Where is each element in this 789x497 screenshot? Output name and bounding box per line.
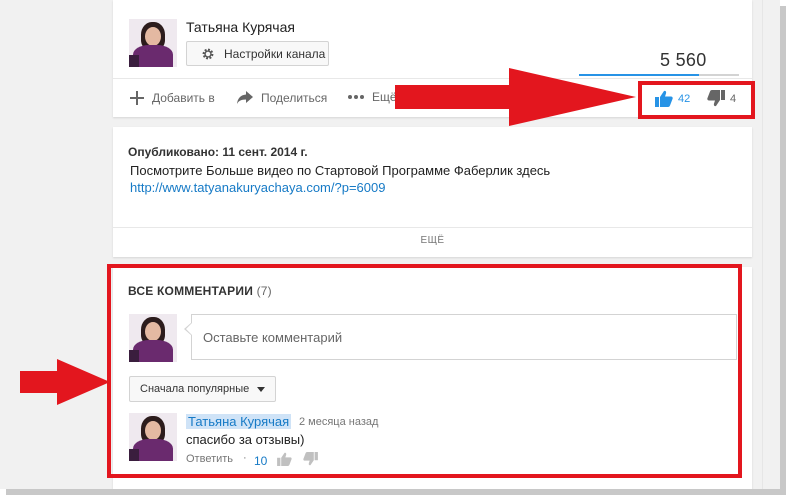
arrow-right-icon — [20, 359, 110, 405]
description-text: Посмотрите Больше видео по Стартовой Про… — [130, 163, 551, 178]
likes-highlight-box — [638, 81, 755, 119]
share-label: Поделиться — [261, 90, 328, 105]
page-frame: Татьяна Курячая Настройки канала 5 560 Д… — [0, 0, 780, 489]
add-to-button[interactable]: Добавить в — [129, 90, 215, 106]
channel-name[interactable]: Татьяна Курячая — [186, 19, 295, 35]
more-dots-icon — [348, 95, 364, 99]
screenshot-shadow-right — [780, 6, 786, 495]
description-divider — [113, 227, 752, 228]
scrollbar-track[interactable] — [762, 0, 780, 489]
share-button[interactable]: Поделиться — [236, 90, 327, 105]
comments-highlight-box — [107, 264, 742, 478]
show-more-button[interactable]: ЕЩЁ — [113, 235, 752, 246]
gear-icon — [202, 48, 214, 59]
add-to-label: Добавить в — [152, 91, 215, 105]
channel-avatar[interactable] — [129, 19, 177, 67]
channel-settings-button[interactable]: Настройки канала — [186, 41, 329, 66]
screenshot-shadow-bottom — [6, 489, 786, 495]
plus-icon — [130, 91, 144, 105]
publish-date: Опубликовано: 11 сент. 2014 г. — [128, 145, 308, 159]
share-icon — [237, 91, 253, 104]
view-count: 5 560 — [660, 50, 707, 70]
description-link[interactable]: http://www.tatyanakuryachaya.com/?p=6009 — [130, 180, 385, 195]
channel-settings-label: Настройки канала — [224, 46, 326, 61]
arrow-right-icon — [395, 68, 636, 126]
more-actions-button[interactable]: Ещё — [347, 90, 397, 104]
